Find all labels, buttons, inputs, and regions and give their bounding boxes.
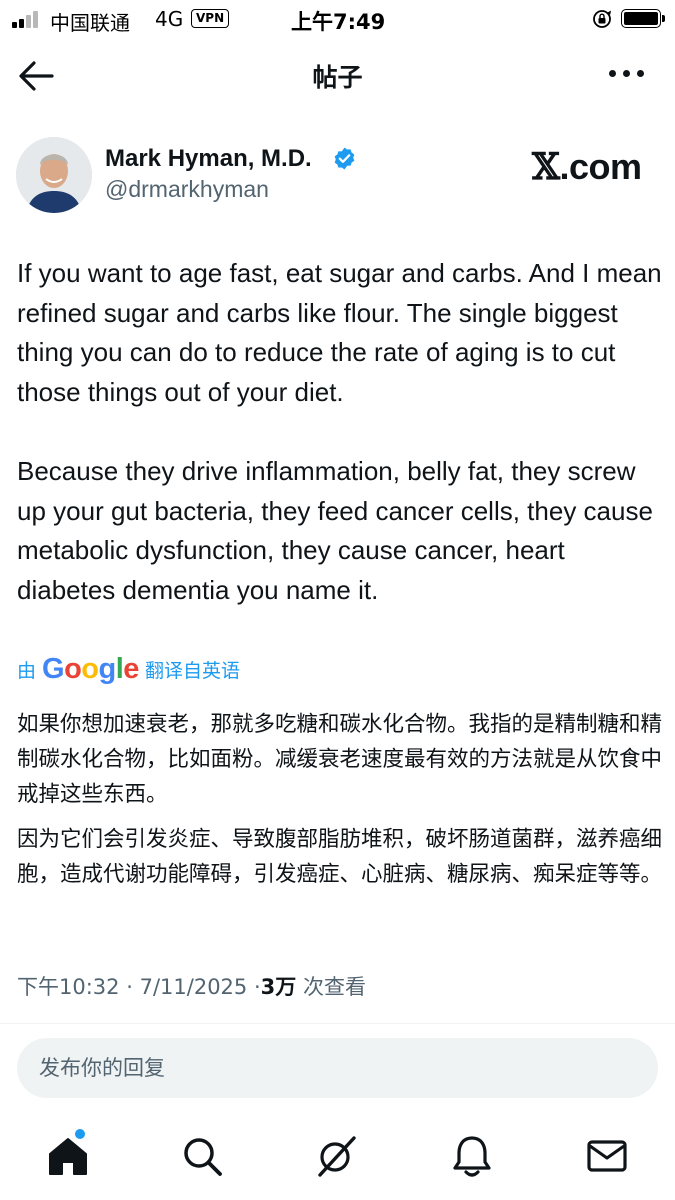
- verified-badge-icon: [334, 147, 355, 170]
- page-title: 帖子: [312, 63, 363, 92]
- vpn-badge: VPN: [191, 9, 230, 28]
- meta-separator: ·: [253, 975, 261, 999]
- messages-icon[interactable]: [585, 1134, 629, 1178]
- top-bar: 帖子: [0, 40, 675, 112]
- bottom-nav: [0, 1120, 675, 1200]
- watermark-domain: .com: [559, 146, 642, 187]
- carrier-label: 中国联通: [50, 11, 130, 35]
- home-unread-dot: [75, 1129, 85, 1139]
- x-com-watermark: 𝕏.com: [532, 146, 642, 188]
- orientation-lock-icon: [593, 10, 612, 28]
- status-bar: 中国联通 4G VPN 上午7:49: [0, 0, 675, 38]
- reply-box[interactable]: [17, 1038, 658, 1098]
- post-time: 下午10:32: [17, 975, 120, 999]
- x-logo: 𝕏: [532, 146, 560, 188]
- translated-paragraph: 如果你想加速衰老，那就多吃糖和碳水化合物。我指的是精制糖和精制碳水化合物，比如面…: [17, 712, 663, 807]
- author-handle[interactable]: @drmarkhyman: [105, 176, 269, 203]
- post-meta: 下午10:32 · 7/11/2025 ·3万 次查看: [17, 971, 366, 1001]
- avatar[interactable]: [16, 137, 92, 213]
- divider: [0, 1023, 675, 1024]
- more-options-icon[interactable]: [609, 70, 645, 80]
- author-name[interactable]: Mark Hyman, M.D.: [105, 145, 312, 173]
- views-count[interactable]: 3万: [261, 975, 297, 999]
- tweet-body: If you want to age fast, eat sugar and c…: [17, 254, 667, 610]
- grok-icon[interactable]: [314, 1134, 358, 1178]
- home-icon[interactable]: [46, 1134, 90, 1178]
- translation-prefix: 由: [17, 659, 37, 682]
- battery-icon: [621, 9, 665, 28]
- network-type: 4G: [155, 7, 184, 31]
- meta-separator: ·: [126, 975, 133, 999]
- search-icon[interactable]: [180, 1134, 224, 1178]
- status-time: 上午7:49: [291, 10, 386, 34]
- post-date: 7/11/2025: [139, 975, 248, 999]
- avatar-image: [16, 137, 92, 213]
- translation-suffix: 翻译自英语: [144, 659, 240, 682]
- post-page: 中国联通 4G VPN 上午7:49 帖子 Mark Hyman, M.D. @…: [0, 0, 675, 1200]
- google-logo: Google: [42, 652, 139, 685]
- tweet-paragraph: Because they drive inflammation, belly f…: [17, 456, 653, 605]
- translation-attribution[interactable]: 由 Google 翻译自英语: [17, 652, 240, 686]
- reply-input[interactable]: [17, 1038, 658, 1098]
- signal-strength-icon: [12, 10, 44, 28]
- notifications-icon[interactable]: [450, 1134, 494, 1178]
- translated-paragraph: 因为它们会引发炎症、导致腹部脂肪堆积，破坏肠道菌群，滋养癌细胞，造成代谢功能障碍…: [17, 827, 663, 887]
- tweet-paragraph: If you want to age fast, eat sugar and c…: [17, 258, 662, 407]
- views-label[interactable]: 次查看: [303, 975, 366, 999]
- translated-body: 如果你想加速衰老，那就多吃糖和碳水化合物。我指的是精制糖和精制碳水化合物，比如面…: [17, 707, 665, 892]
